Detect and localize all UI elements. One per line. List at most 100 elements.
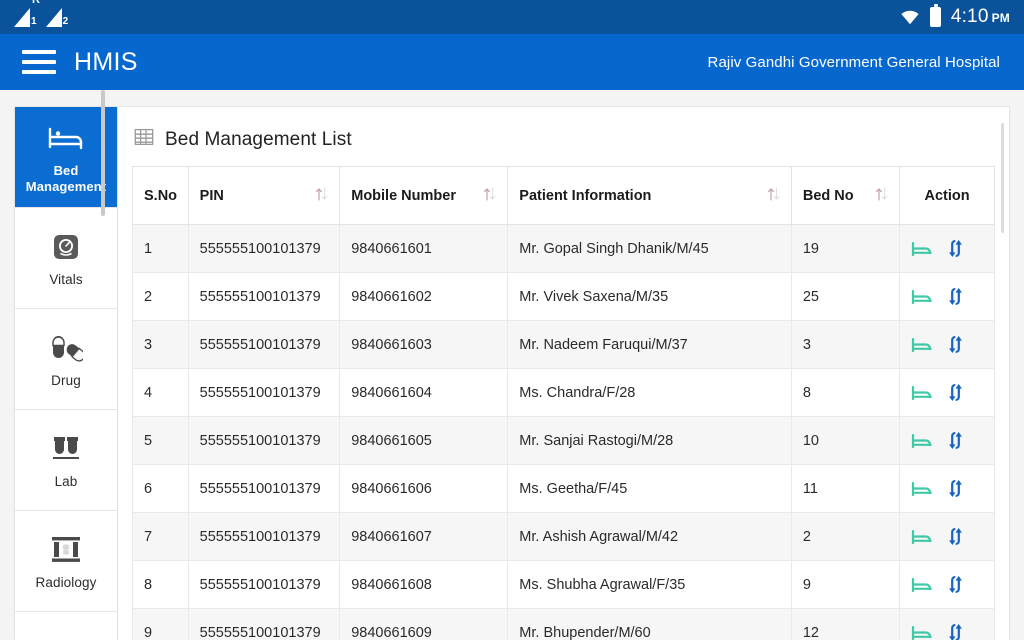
- cell-pin: 555555100101379: [188, 369, 340, 417]
- hamburger-bar-2: [22, 60, 56, 64]
- cell-action: [900, 225, 995, 273]
- cell-action: [900, 273, 995, 321]
- bed-assign-icon[interactable]: [911, 481, 933, 497]
- cell-mobile: 9840661601: [340, 225, 508, 273]
- column-header-sno[interactable]: S.No: [133, 167, 189, 225]
- signal-triangle-2: [46, 8, 62, 27]
- transfer-icon[interactable]: [947, 527, 964, 546]
- sort-icon[interactable]: [875, 186, 888, 206]
- hospital-name: Rajiv Gandhi Government General Hospital: [708, 54, 1000, 71]
- column-header-bed-no[interactable]: Bed No: [791, 167, 899, 225]
- table-row[interactable]: 85555551001013799840661608Ms. Shubha Agr…: [133, 561, 995, 609]
- weight-scale-icon: [51, 229, 81, 265]
- transfer-icon[interactable]: [947, 239, 964, 258]
- sidebar-item-label: Vitals: [49, 272, 82, 288]
- wifi-icon: [900, 9, 920, 25]
- transfer-icon[interactable]: [947, 479, 964, 498]
- cell-sno: 9: [133, 609, 189, 640]
- column-header-mobile-number[interactable]: Mobile Number: [340, 167, 508, 225]
- sim1-signal-icon: 1 R: [14, 8, 37, 27]
- transfer-icon[interactable]: [947, 383, 964, 402]
- cell-pin: 555555100101379: [188, 273, 340, 321]
- cell-sno: 1: [133, 225, 189, 273]
- bed-management-table: S.No PIN: [132, 166, 995, 640]
- bed-assign-icon[interactable]: [911, 625, 933, 640]
- bed-assign-icon[interactable]: [911, 241, 933, 257]
- column-label: Mobile Number: [351, 188, 456, 204]
- table-row[interactable]: 55555551001013799840661605Mr. Sanjai Ras…: [133, 417, 995, 465]
- cell-mobile: 9840661608: [340, 561, 508, 609]
- table-row[interactable]: 15555551001013799840661601Mr. Gopal Sing…: [133, 225, 995, 273]
- hamburger-menu-icon[interactable]: [22, 50, 56, 74]
- cell-patient: Mr. Nadeem Faruqui/M/37: [508, 321, 792, 369]
- cell-pin: 555555100101379: [188, 561, 340, 609]
- cell-action: [900, 321, 995, 369]
- sidebar-item-drug[interactable]: Drug: [15, 309, 117, 410]
- table-body: 15555551001013799840661601Mr. Gopal Sing…: [133, 225, 995, 640]
- table-row[interactable]: 75555551001013799840661607Mr. Ashish Agr…: [133, 513, 995, 561]
- table-row[interactable]: 25555551001013799840661602Mr. Vivek Saxe…: [133, 273, 995, 321]
- workspace: Bed Management Vitals: [0, 90, 1024, 640]
- page-title: Bed Management List: [165, 129, 352, 151]
- sidebar-item-lab[interactable]: Lab: [15, 410, 117, 511]
- bed-assign-icon[interactable]: [911, 577, 933, 593]
- signal-triangle-1: [14, 8, 30, 27]
- bed-assign-icon[interactable]: [911, 433, 933, 449]
- cell-patient: Mr. Gopal Singh Dhanik/M/45: [508, 225, 792, 273]
- transfer-icon[interactable]: [947, 431, 964, 450]
- list-header: Bed Management List: [132, 121, 995, 166]
- table-row[interactable]: 95555551001013799840661609Mr. Bhupender/…: [133, 609, 995, 640]
- transfer-icon[interactable]: [947, 623, 964, 640]
- table-row[interactable]: 45555551001013799840661604Ms. Chandra/F/…: [133, 369, 995, 417]
- clock: 4:10PM: [951, 6, 1010, 28]
- cell-pin: 555555100101379: [188, 225, 340, 273]
- column-header-patient-information[interactable]: Patient Information: [508, 167, 792, 225]
- cell-sno: 4: [133, 369, 189, 417]
- table-grid-icon: [134, 127, 154, 152]
- transfer-icon[interactable]: [947, 335, 964, 354]
- cell-pin: 555555100101379: [188, 321, 340, 369]
- sort-icon[interactable]: [767, 186, 780, 206]
- cell-mobile: 9840661604: [340, 369, 508, 417]
- transfer-icon[interactable]: [947, 575, 964, 594]
- cell-patient: Mr. Vivek Saxena/M/35: [508, 273, 792, 321]
- sidebar-item-label: Drug: [51, 373, 81, 389]
- hamburger-bar-1: [22, 50, 56, 54]
- sort-icon[interactable]: [315, 186, 328, 206]
- cell-sno: 3: [133, 321, 189, 369]
- bed-assign-icon[interactable]: [911, 385, 933, 401]
- cell-pin: 555555100101379: [188, 465, 340, 513]
- cell-bed: 25: [791, 273, 899, 321]
- table-head: S.No PIN: [133, 167, 995, 225]
- cell-action: [900, 369, 995, 417]
- sidebar-item-label: Radiology: [36, 575, 97, 591]
- table-header-row: S.No PIN: [133, 167, 995, 225]
- cell-patient: Mr. Sanjai Rastogi/M/28: [508, 417, 792, 465]
- cell-action: [900, 417, 995, 465]
- column-header-pin[interactable]: PIN: [188, 167, 340, 225]
- cell-bed: 11: [791, 465, 899, 513]
- table-scrollbar[interactable]: [1000, 123, 1005, 623]
- xray-machine-icon: [49, 532, 83, 568]
- app-title: HMIS: [74, 48, 138, 77]
- app-bar: HMIS Rajiv Gandhi Government General Hos…: [0, 34, 1024, 90]
- sidebar-item-radiology[interactable]: Radiology: [15, 511, 117, 612]
- cell-patient: Ms. Geetha/F/45: [508, 465, 792, 513]
- sort-icon[interactable]: [483, 186, 496, 206]
- cell-bed: 8: [791, 369, 899, 417]
- sidebar-scrollbar-thumb[interactable]: [101, 107, 105, 216]
- cell-patient: Mr. Ashish Agrawal/M/42: [508, 513, 792, 561]
- table-row[interactable]: 35555551001013799840661603Mr. Nadeem Far…: [133, 321, 995, 369]
- bed-assign-icon[interactable]: [911, 289, 933, 305]
- cell-sno: 7: [133, 513, 189, 561]
- bed-assign-icon[interactable]: [911, 337, 933, 353]
- cell-pin: 555555100101379: [188, 417, 340, 465]
- cell-sno: 6: [133, 465, 189, 513]
- bed-assign-icon[interactable]: [911, 529, 933, 545]
- transfer-icon[interactable]: [947, 287, 964, 306]
- sidebar-item-vitals[interactable]: Vitals: [15, 208, 117, 309]
- cell-mobile: 9840661603: [340, 321, 508, 369]
- table-row[interactable]: 65555551001013799840661606Ms. Geetha/F/4…: [133, 465, 995, 513]
- sim2-signal-icon: 2: [46, 8, 69, 27]
- table-scrollbar-thumb[interactable]: [1001, 123, 1004, 233]
